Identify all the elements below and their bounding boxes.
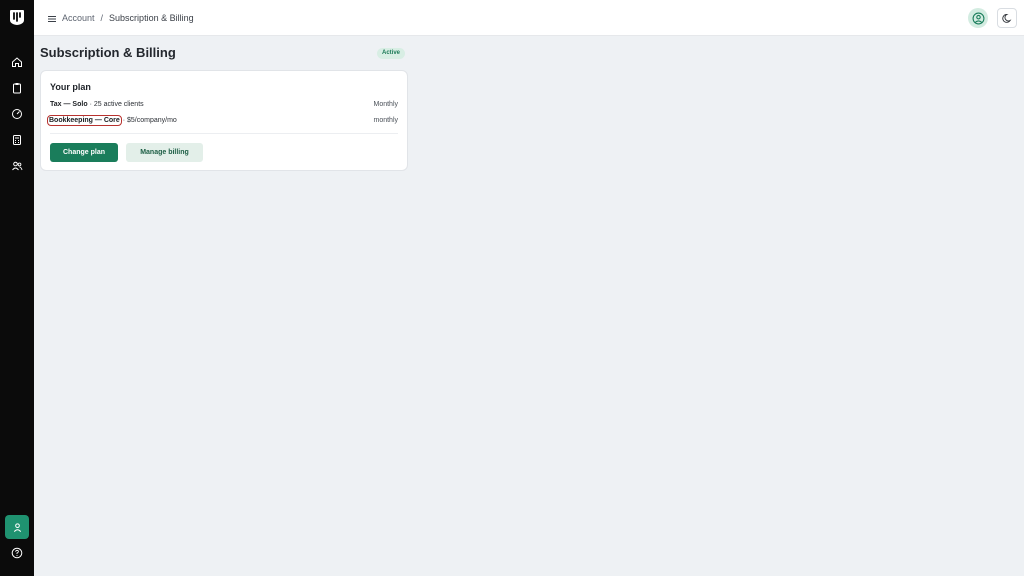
divider	[50, 133, 398, 134]
breadcrumb-separator: /	[100, 13, 104, 23]
manage-billing-button[interactable]: Manage billing	[126, 143, 203, 162]
page-title: Subscription & Billing	[40, 45, 176, 60]
home-icon[interactable]	[9, 54, 25, 70]
plan-name-highlighted: Bookkeeping — Core	[47, 115, 122, 126]
gauge-icon[interactable]	[9, 106, 25, 122]
plan-detail: · 25 active clients	[89, 101, 144, 108]
plan-card: Your plan Tax — Solo · 25 active clients…	[40, 70, 408, 171]
clipboard-icon[interactable]	[9, 80, 25, 96]
breadcrumb-current: Subscription & Billing	[109, 13, 194, 23]
brand-logo[interactable]	[8, 8, 26, 26]
plan-name: Tax — Solo	[50, 101, 88, 108]
plan-row-tax: Tax — Solo · 25 active clients Monthly	[50, 100, 398, 110]
top-bar: Account / Subscription & Billing	[34, 0, 1024, 36]
menu-icon[interactable]	[46, 12, 58, 24]
plan-detail: · $5/company/mo	[122, 117, 177, 124]
calculator-icon[interactable]	[9, 132, 25, 148]
breadcrumb: Account / Subscription & Billing	[62, 12, 194, 24]
dark-mode-toggle-icon[interactable]	[997, 8, 1017, 28]
card-title: Your plan	[50, 82, 91, 92]
plan-frequency: Monthly	[373, 101, 398, 108]
help-icon[interactable]	[9, 545, 25, 561]
users-icon[interactable]	[9, 158, 25, 174]
account-icon[interactable]	[968, 8, 988, 28]
user-icon[interactable]	[5, 515, 29, 539]
breadcrumb-account-link[interactable]: Account	[62, 12, 95, 24]
status-badge: Active	[377, 48, 406, 59]
plan-frequency: monthly	[373, 117, 398, 124]
change-plan-button[interactable]: Change plan	[50, 143, 118, 162]
plan-row-bookkeeping: Bookkeeping — Core · $5/company/mo month…	[47, 115, 398, 126]
sidebar	[0, 0, 34, 576]
